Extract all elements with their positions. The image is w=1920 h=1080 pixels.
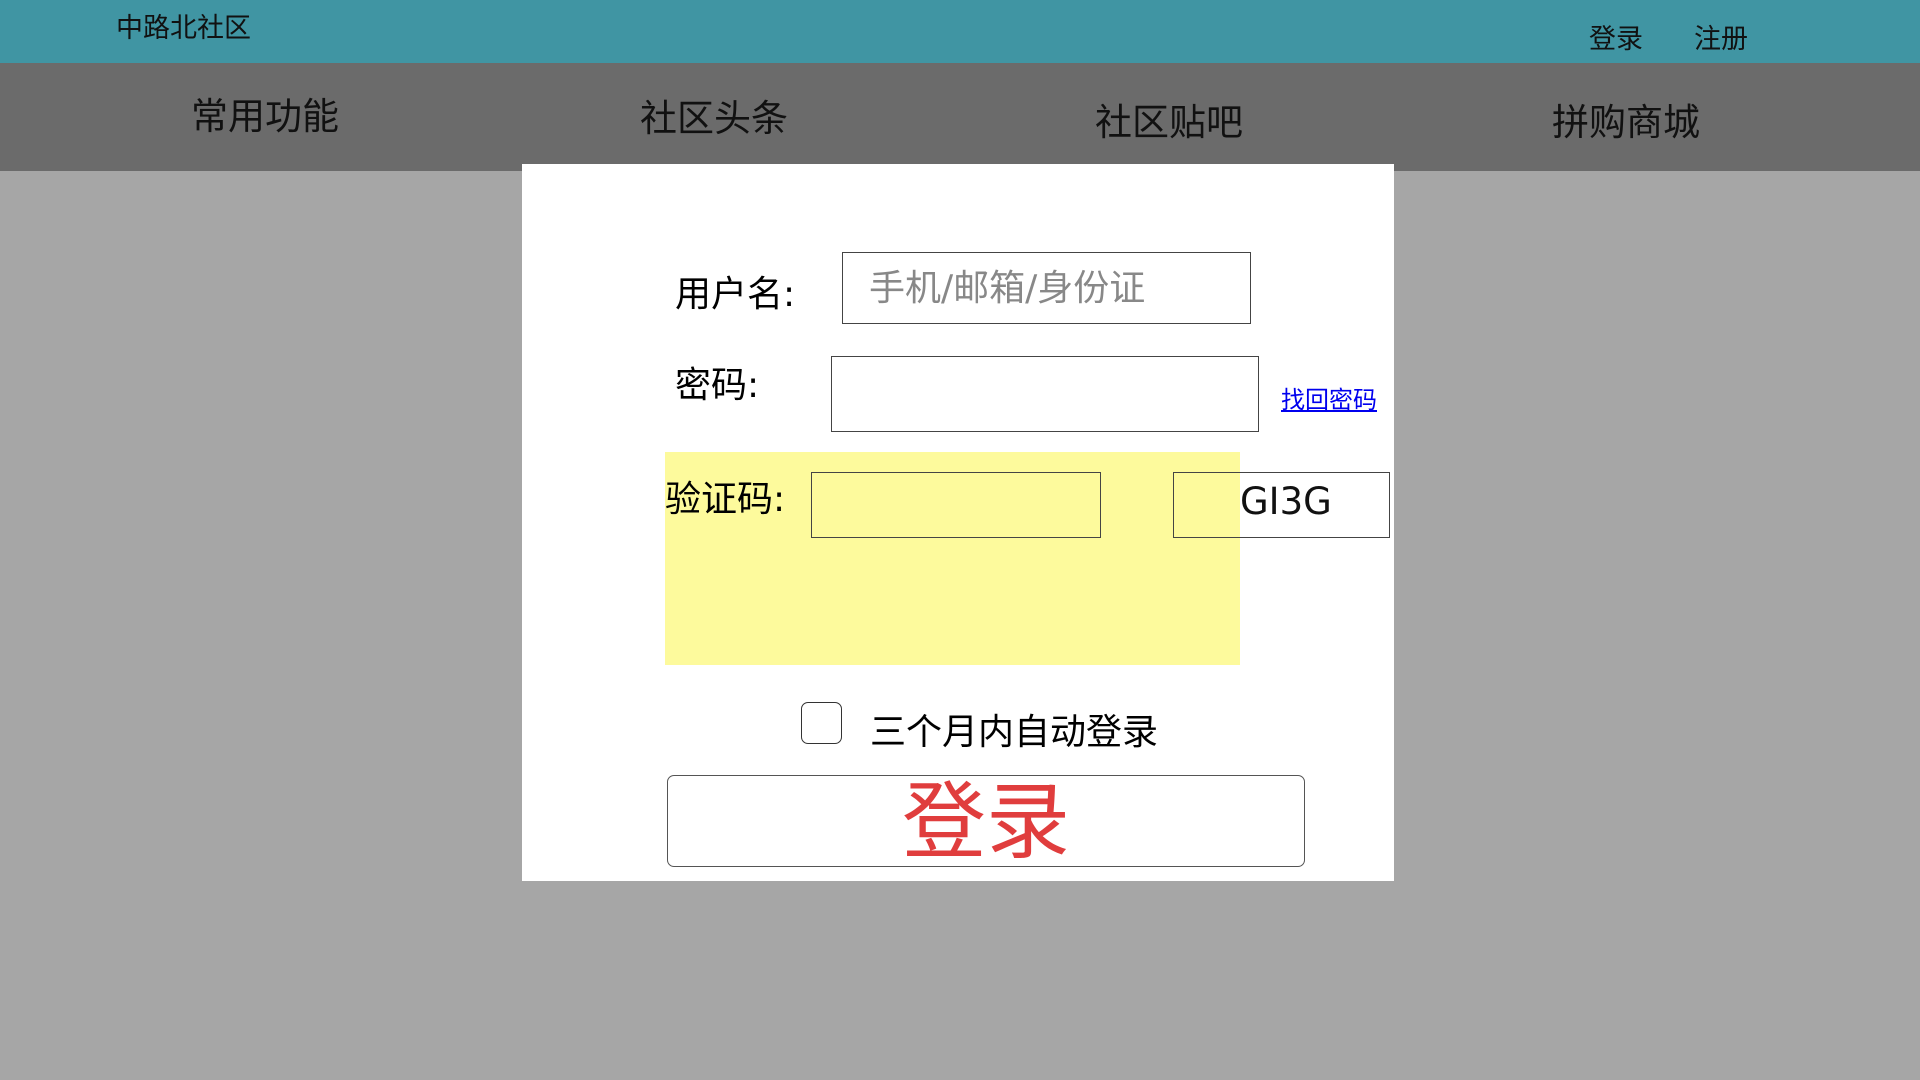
- top-bar: 中路北社区 登录 注册: [0, 0, 1920, 63]
- site-title: 中路北社区: [116, 13, 251, 44]
- login-submit-label: 登录: [901, 773, 1070, 871]
- login-submit-button[interactable]: 登录: [667, 773, 1305, 871]
- main-nav: 常用功能 社区头条 社区贴吧 拼购商城: [0, 63, 1920, 171]
- nav-item-common-functions[interactable]: 常用功能: [191, 86, 339, 140]
- captcha-code: GI3G: [1240, 480, 1332, 523]
- username-input[interactable]: [842, 252, 1251, 324]
- captcha-input[interactable]: [811, 472, 1101, 538]
- forgot-password-link[interactable]: 找回密码: [1281, 380, 1377, 415]
- nav-item-community-headlines[interactable]: 社区头条: [640, 88, 788, 142]
- nav-item-community-forum[interactable]: 社区贴吧: [1095, 92, 1243, 146]
- header-login-link[interactable]: 登录: [1589, 17, 1643, 56]
- password-input[interactable]: [831, 356, 1259, 432]
- header-register-link[interactable]: 注册: [1694, 17, 1748, 56]
- username-label: 用户名:: [675, 274, 796, 315]
- nav-item-group-buy-mall[interactable]: 拼购商城: [1552, 92, 1700, 146]
- captcha-label: 验证码:: [665, 479, 786, 520]
- password-label: 密码:: [675, 365, 760, 406]
- remember-me-label: 三个月内自动登录: [870, 712, 1159, 753]
- remember-me-checkbox[interactable]: [801, 702, 842, 744]
